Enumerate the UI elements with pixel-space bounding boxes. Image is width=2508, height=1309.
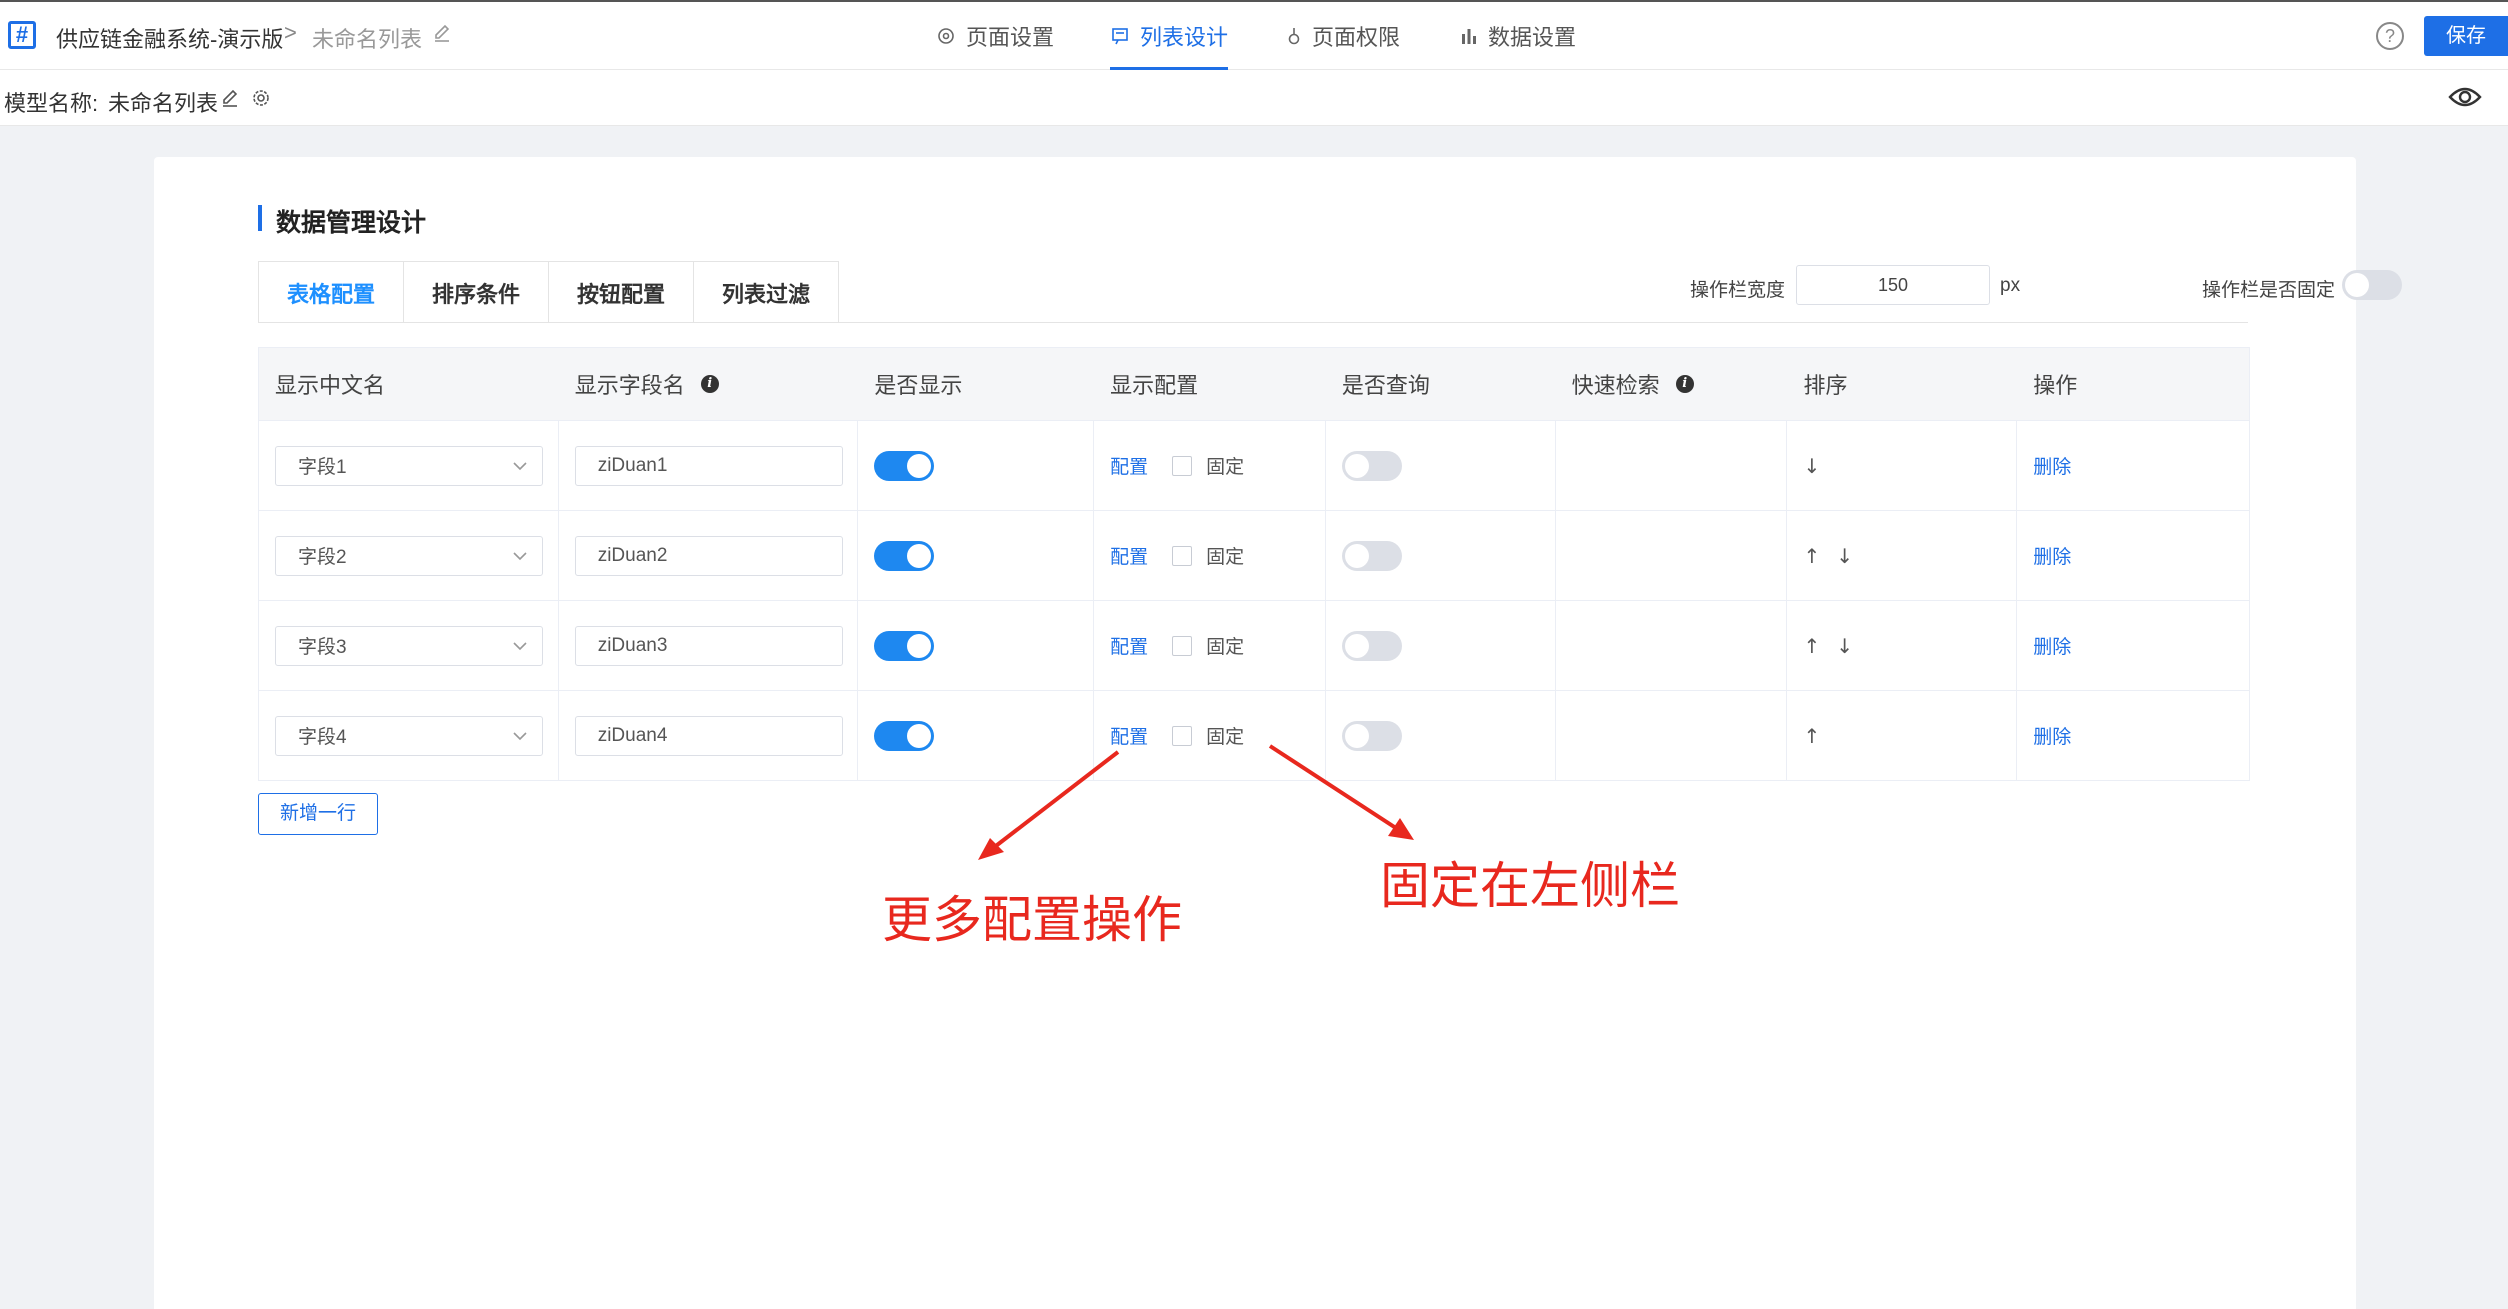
arrow-to-fixed — [1268, 744, 1404, 834]
annotation-fix-left: 固定在左侧栏 — [1380, 858, 1680, 914]
annotation-more-config: 更多配置操作 — [882, 892, 1182, 948]
annotation-arrows — [978, 744, 1414, 860]
arrow-to-config — [986, 750, 1120, 854]
arrow-head — [1388, 818, 1414, 840]
